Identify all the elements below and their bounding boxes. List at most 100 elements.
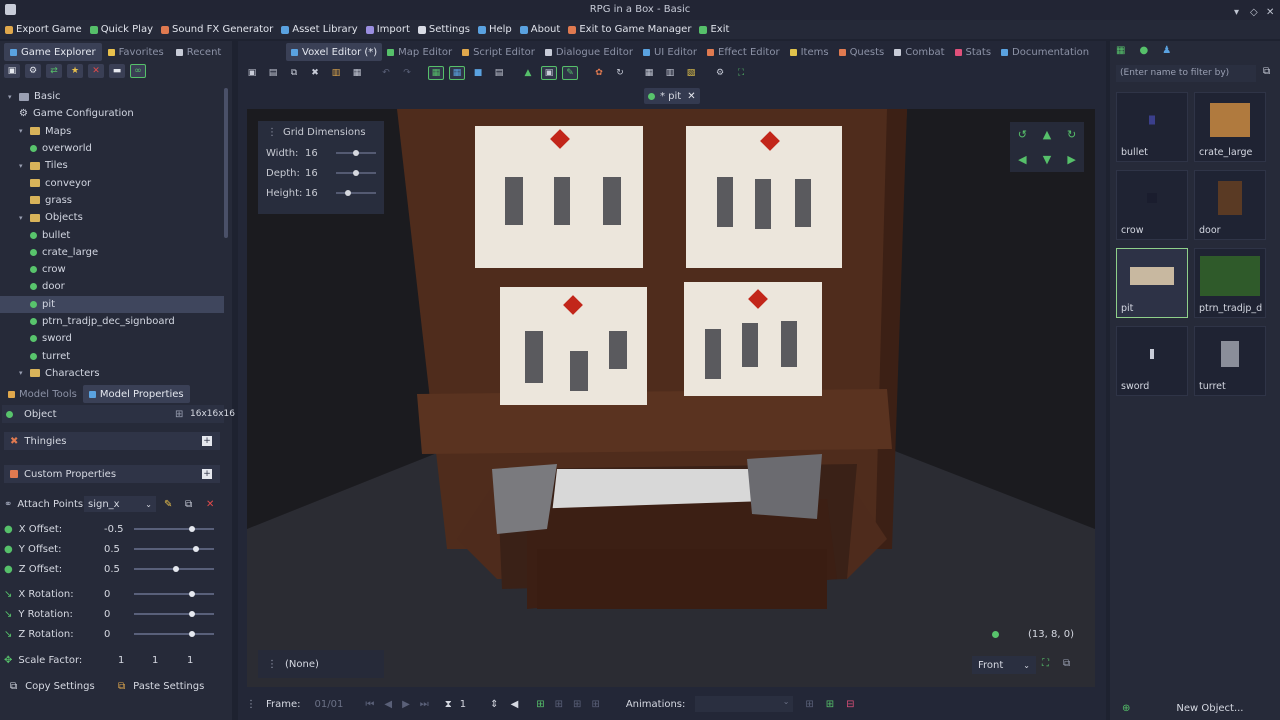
tree-item-pit[interactable]: pit [0, 295, 224, 313]
arrow-left-icon[interactable]: ◀ [1018, 153, 1026, 166]
asset-thumb-bullet[interactable]: bullet [1116, 92, 1188, 162]
delete-icon[interactable]: ✕ [88, 64, 104, 78]
gear-icon[interactable]: ⚙ [712, 66, 728, 80]
new-file-icon[interactable]: ▣ [4, 64, 20, 78]
expand-icon[interactable]: ⛶ [733, 66, 749, 80]
copy-icon[interactable]: ⧉ [286, 66, 302, 80]
grid-dimension-value[interactable]: 16 [305, 148, 318, 159]
rotate-right-icon[interactable]: ↻ [1067, 128, 1076, 141]
menu-import[interactable]: Import [365, 24, 410, 35]
tree-item-objects[interactable]: ▾ Objects [0, 209, 224, 226]
asset-thumb-sword[interactable]: sword [1116, 326, 1188, 396]
menu-exit-to-game-manager[interactable]: Exit to Game Manager [568, 24, 691, 35]
mound-icon[interactable]: ▲ [520, 66, 536, 80]
volume-icon[interactable]: ◀ [511, 699, 519, 710]
tab-ui-editor[interactable]: UI Editor [638, 43, 702, 61]
grid-dimension-slider[interactable] [336, 150, 376, 156]
tree-item-tiles[interactable]: ▾ Tiles [0, 157, 224, 174]
menu-about[interactable]: About [519, 24, 560, 35]
brush-icon[interactable]: ✎ [562, 66, 578, 80]
tree-item-bullet[interactable]: bullet [0, 226, 224, 243]
tab-quests[interactable]: Quests [834, 43, 890, 61]
layers-icon[interactable]: ▤ [491, 66, 507, 80]
menu-sound-fx-generator[interactable]: Sound FX Generator [161, 24, 273, 35]
star-icon[interactable]: ★ [67, 64, 83, 78]
tab-items[interactable]: Items [785, 43, 834, 61]
tab-script-editor[interactable]: Script Editor [457, 43, 540, 61]
property-slider[interactable] [134, 566, 214, 572]
remove-attach-icon[interactable]: ✕ [206, 499, 214, 510]
asset-thumb-turret[interactable]: turret [1194, 326, 1266, 396]
frame-step-field[interactable]: 1 [460, 699, 466, 710]
view-b-icon[interactable]: ▥ [662, 66, 678, 80]
new-object-button[interactable]: ⊕ New Object... [1116, 698, 1276, 718]
slider-knob[interactable] [189, 631, 196, 637]
slider-knob[interactable] [345, 190, 351, 196]
paste-settings-button[interactable]: ⧉ Paste Settings [118, 681, 204, 692]
rotate-icon[interactable]: ↻ [612, 66, 628, 80]
property-value[interactable]: 0.5 [104, 544, 120, 555]
arrow-right-icon[interactable]: ▶ [1067, 153, 1075, 166]
gear-icon[interactable]: ⚙ [25, 64, 41, 78]
chevron-down-icon[interactable]: ▾ [8, 93, 16, 101]
asset-thumb-ptrn-tradjp-d[interactable]: ptrn_tradjp_d [1194, 248, 1266, 318]
file-tab-pit[interactable]: * pit ✕ [644, 88, 700, 104]
menu-exit[interactable]: Exit [699, 24, 729, 35]
rotate-left-icon[interactable]: ↺ [1018, 128, 1027, 141]
tree-item-characters[interactable]: ▾ Characters [0, 365, 224, 378]
tree-item-maps[interactable]: ▾ Maps [0, 123, 224, 140]
view-a-icon[interactable]: ▦ [641, 66, 657, 80]
tab-combat[interactable]: Combat [889, 43, 949, 61]
tree-item-turret[interactable]: turret [0, 347, 224, 364]
tree-item-overworld[interactable]: overworld [0, 140, 224, 157]
palette-icon[interactable]: ✿ [591, 66, 607, 80]
slider-knob[interactable] [192, 546, 199, 552]
tree-item-crow[interactable]: crow [0, 261, 224, 278]
chevron-down-icon[interactable]: ▾ [19, 127, 27, 135]
asset-thumb-door[interactable]: door [1194, 170, 1266, 240]
first-frame-icon[interactable]: ⏮ [365, 699, 374, 710]
tab-map-editor[interactable]: Map Editor [382, 43, 457, 61]
fill-icon[interactable]: ■ [470, 66, 486, 80]
open-icon[interactable]: ▥ [328, 66, 344, 80]
menu-quick-play[interactable]: Quick Play [89, 24, 153, 35]
tree-item-grass[interactable]: grass [0, 192, 224, 209]
slider-knob[interactable] [173, 566, 180, 572]
tab-model-tools[interactable]: Model Tools [2, 385, 83, 403]
add-animation-icon[interactable]: ⊞ [826, 699, 834, 710]
tab-dialogue-editor[interactable]: Dialogue Editor [540, 43, 638, 61]
asset-thumb-crate-large[interactable]: crate_large [1194, 92, 1266, 162]
tree-scrollbar[interactable] [224, 88, 228, 238]
tree-item-crate-large[interactable]: crate_large [0, 244, 224, 261]
last-frame-icon[interactable]: ⏭ [420, 699, 429, 710]
save-icon[interactable]: ▤ [265, 66, 281, 80]
chevron-down-icon[interactable]: ▾ [19, 214, 27, 222]
grid-dimension-slider[interactable] [336, 170, 376, 176]
undo-icon[interactable]: ↶ [378, 66, 394, 80]
view-select[interactable]: Front ⌄ [972, 656, 1036, 674]
attach-point-select[interactable]: sign_x ⌄ [84, 496, 156, 512]
grid-a-icon[interactable]: ▦ [428, 66, 444, 80]
image-icon[interactable]: ▧ [683, 66, 699, 80]
menu-asset-library[interactable]: Asset Library [281, 24, 358, 35]
scale-z-field[interactable]: 1 [187, 655, 193, 666]
camera-toggle-icon[interactable]: ⧉ [1063, 658, 1070, 669]
animations-select[interactable]: ⌄ [695, 696, 794, 712]
property-value[interactable]: 0 [104, 589, 110, 600]
clear-filter-icon[interactable]: ⧉ [1263, 66, 1270, 77]
property-value[interactable]: 0.5 [104, 564, 120, 575]
tab-model-properties[interactable]: Model Properties [82, 385, 190, 403]
tree-item-ptrn-tradjp-dec-signboard[interactable]: ptrn_tradjp_dec_signboard [0, 313, 224, 330]
frame-icon[interactable]: ▣ [541, 66, 557, 80]
close-tab-icon[interactable]: ✕ [687, 91, 695, 102]
tab-documentation[interactable]: Documentation [996, 43, 1094, 61]
frame-tool-icon[interactable]: ⊞ [555, 699, 563, 710]
slider-knob[interactable] [189, 611, 196, 617]
next-frame-icon[interactable]: ▶ [402, 699, 410, 710]
property-slider[interactable] [134, 526, 214, 532]
tab-favorites[interactable]: Favorites [102, 43, 170, 61]
asset-thumb-pit[interactable]: pit [1116, 248, 1188, 318]
arrow-up-icon[interactable]: ▲ [1043, 128, 1051, 141]
tree-item-basic[interactable]: ▾ Basic [0, 88, 224, 105]
asset-object-icon[interactable]: ● [1139, 45, 1148, 56]
